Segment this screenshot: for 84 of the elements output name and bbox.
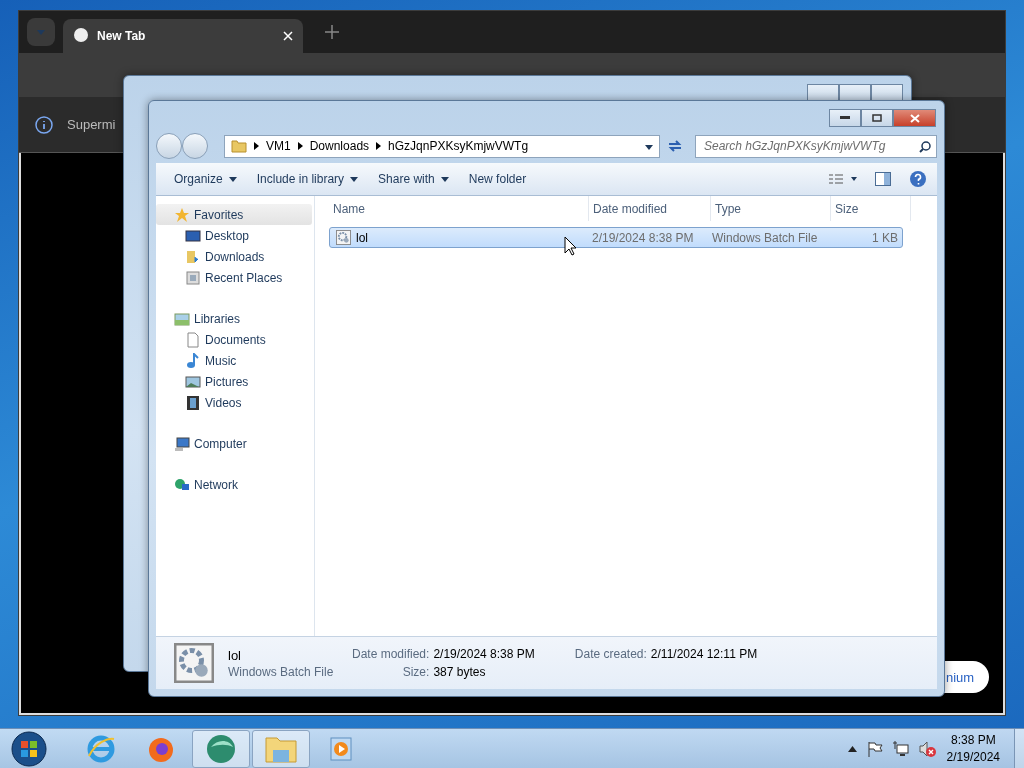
- restore-icon: [872, 114, 882, 122]
- view-list-icon[interactable]: [829, 173, 857, 185]
- music-note-icon: [185, 352, 201, 369]
- chevron-icon: [254, 142, 259, 150]
- caret-icon: [228, 176, 237, 182]
- star-icon: [174, 206, 190, 223]
- maximize-button[interactable]: [861, 109, 893, 127]
- detail-label: Size:: [401, 665, 430, 679]
- back-button[interactable]: [156, 133, 182, 159]
- close-icon: [909, 113, 920, 123]
- show-hidden-icons-icon[interactable]: [847, 745, 857, 752]
- nav-item[interactable]: Libraries: [156, 308, 312, 329]
- new-tab-icon[interactable]: [325, 25, 339, 39]
- nav-item[interactable]: Computer: [156, 433, 312, 454]
- chevron-icon: [297, 142, 303, 150]
- muted-speaker-icon[interactable]: [918, 740, 937, 757]
- breadcrumb-item[interactable]: hGzJqnPXKsyKmjwVWTg: [388, 139, 529, 153]
- start-orb-icon: [11, 730, 47, 767]
- caret-icon: [645, 145, 653, 150]
- column-header[interactable]: Type: [711, 196, 831, 221]
- column-header[interactable]: Name: [329, 196, 589, 221]
- nav-item[interactable]: Downloads: [156, 246, 314, 267]
- caret-icon: [350, 176, 359, 182]
- monitor-icon: [185, 227, 201, 244]
- app-globe-icon: [205, 732, 237, 765]
- toolbar-button[interactable]: New folder: [460, 168, 535, 190]
- close-button[interactable]: [893, 109, 936, 127]
- flag-icon[interactable]: [866, 740, 883, 757]
- column-header[interactable]: Date modified: [589, 196, 711, 221]
- selected-file-name: lol: [228, 647, 242, 663]
- browser-e-icon: [86, 733, 116, 764]
- nav-item[interactable]: Recent Places: [156, 267, 314, 288]
- caret-icon: [37, 29, 45, 35]
- nav-item[interactable]: Music: [156, 350, 314, 371]
- tab-title: New Tab: [97, 29, 147, 43]
- film-icon: [185, 394, 201, 411]
- caret-icon: [440, 176, 449, 182]
- detail-label: Date modified:: [352, 647, 430, 661]
- toolbar-button[interactable]: Organize: [166, 168, 245, 190]
- page-button[interactable]: nium: [944, 661, 989, 693]
- breadcrumb-item[interactable]: VM1: [266, 139, 291, 153]
- info-text: Supermi: [67, 117, 116, 132]
- cursor-icon: [564, 236, 577, 256]
- nav-item[interactable]: Pictures: [156, 371, 314, 392]
- clock[interactable]: 8:38 PM 2/19/2024: [946, 733, 1000, 764]
- breadcrumb-item[interactable]: Downloads: [309, 139, 370, 153]
- detail-value: 2/19/2024 8:38 PM: [433, 647, 535, 661]
- close-icon[interactable]: [283, 31, 293, 41]
- nav-item[interactable]: Desktop: [156, 225, 314, 246]
- file-name: lol: [356, 230, 368, 245]
- chevron-icon: [376, 142, 382, 150]
- batch-file-icon: [174, 643, 214, 683]
- preview-pane-icon[interactable]: [875, 172, 891, 186]
- toolbar-button[interactable]: Include in library: [248, 168, 367, 190]
- document-icon: [185, 331, 201, 348]
- nav-item[interactable]: Documents: [156, 329, 314, 350]
- minimize-icon: [840, 116, 850, 120]
- detail-value: 387 bytes: [433, 665, 487, 679]
- image-icon: [185, 373, 201, 390]
- help-icon[interactable]: [909, 170, 927, 188]
- nav-item[interactable]: Videos: [156, 392, 314, 413]
- column-header[interactable]: Size: [831, 196, 911, 221]
- nav-item[interactable]: Favorites: [156, 204, 312, 225]
- batch-file-icon: [336, 230, 351, 245]
- show-desktop-button[interactable]: [1014, 728, 1024, 768]
- info-icon: [35, 115, 53, 134]
- file-row[interactable]: lol 2/19/2024 8:38 PM Windows Batch File 1 KB: [329, 227, 903, 248]
- file-date: 2/19/2024 8:38 PM: [591, 230, 695, 245]
- minimize-button[interactable]: [829, 109, 861, 127]
- nav-item[interactable]: Network: [156, 474, 312, 495]
- detail-label: Date created:: [574, 647, 647, 661]
- computer-icon: [174, 435, 190, 452]
- selected-file-type: Windows Batch File: [228, 664, 335, 679]
- toolbar-button[interactable]: Share with: [370, 168, 457, 190]
- file-size: 1 KB: [871, 230, 899, 245]
- taskbar-button[interactable]: [192, 729, 250, 768]
- file-type: Windows Batch File: [711, 230, 819, 245]
- search-field[interactable]: Search hGzJqnPXKsyKmjwVWTg: [695, 134, 937, 158]
- browser-tab[interactable]: New Tab: [63, 19, 303, 53]
- network-icon[interactable]: [892, 740, 909, 757]
- forward-button[interactable]: [182, 133, 208, 159]
- address-bar[interactable]: VM1 Downloads hGzJqnPXKsyKmjwVWTg: [224, 134, 660, 158]
- detail-value: 2/11/2024 12:11 PM: [650, 647, 758, 661]
- search-icon[interactable]: [919, 140, 931, 153]
